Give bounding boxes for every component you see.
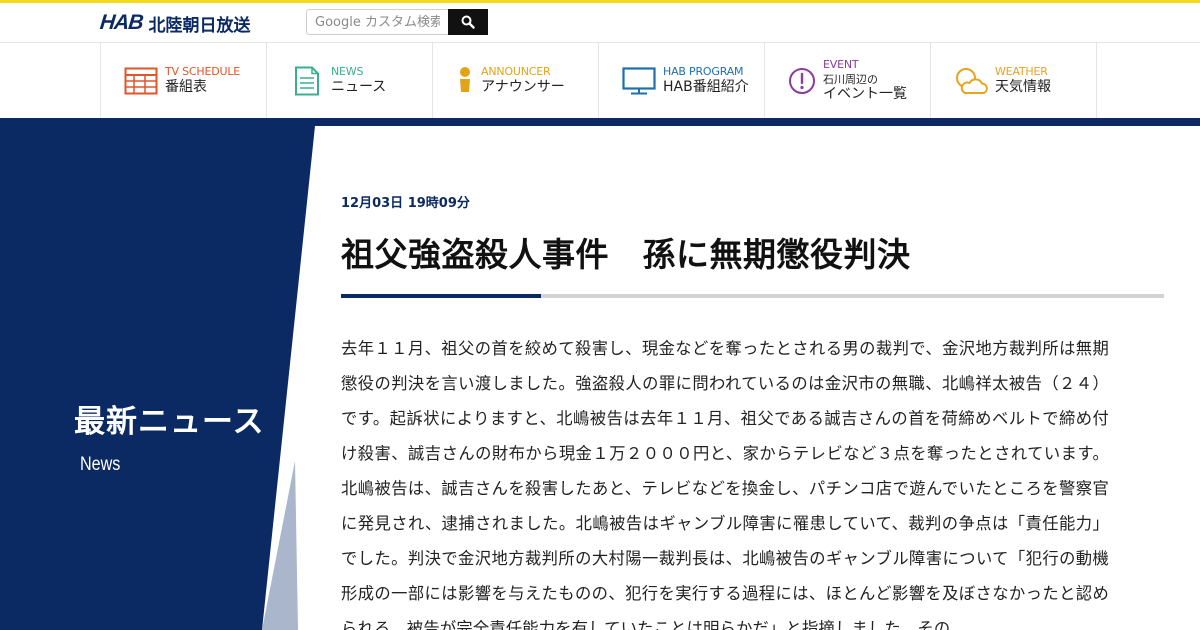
news-icon [289,65,325,97]
nav-item-weather[interactable]: WEATHER 天気情報 [931,43,1097,118]
section-subtitle: News [80,454,121,475]
nav-jp-label-line2: イベント一覧 [823,85,907,102]
nav-en-label: NEWS [331,65,364,78]
nav-item-news[interactable]: NEWS ニュース [267,43,433,118]
nav-en-label: ANNOUNCER [481,65,551,78]
tv-schedule-icon [123,65,159,97]
tv-program-icon [621,65,657,97]
search-input[interactable] [306,9,448,35]
article-title: 祖父強盗殺人事件 孫に無期懲役判決 [341,235,911,274]
nav-jp-label: 天気情報 [995,79,1051,96]
title-divider-accent [341,294,541,298]
event-icon [787,65,817,97]
search-box [306,9,488,35]
search-icon [461,15,475,29]
nav-item-event[interactable]: EVENT 石川周辺の イベント一覧 [765,43,931,118]
nav-jp-label: ニュース [331,79,387,96]
section-side-panel: 最新ニュース News [0,126,320,630]
main-navigation: TV SCHEDULE 番組表 NEWS ニュース ANNOUNCER アナウン… [0,42,1200,118]
logo-station-name: 北陸朝日放送 [148,15,251,36]
site-header: HAB 北陸朝日放送 [0,3,1200,41]
weather-icon [953,65,989,97]
logo-hab-text: HAB [98,11,144,34]
article-body: 去年１１月、祖父の首を絞めて殺害し、現金などを奪ったとされる男の裁判で、金沢地方… [341,339,1109,630]
nav-jp-label: アナウンサー [481,79,565,96]
header-divider-bar [0,118,1200,126]
site-logo[interactable]: HAB 北陸朝日放送 [98,11,251,36]
side-panel-background [0,126,315,630]
section-title: 最新ニュース [74,404,265,440]
nav-jp-label: HAB番組紹介 [663,79,749,96]
announcer-icon [455,65,475,97]
nav-en-label: EVENT [823,58,859,72]
search-button[interactable] [448,9,488,35]
nav-en-label: HAB PROGRAM [663,65,744,78]
nav-en-label: TV SCHEDULE [165,65,241,78]
nav-item-announcer[interactable]: ANNOUNCER アナウンサー [433,43,599,118]
nav-jp-label: 番組表 [165,79,207,96]
nav-jp-label-line1: 石川周辺の [823,72,878,86]
nav-en-label: WEATHER [995,65,1048,78]
article: 12月03日 19時09分 祖父強盗殺人事件 孫に無期懲役判決 去年１１月、祖父… [341,126,1164,630]
nav-item-tv-schedule[interactable]: TV SCHEDULE 番組表 [101,43,267,118]
nav-item-hab-program[interactable]: HAB PROGRAM HAB番組紹介 [599,43,765,118]
article-date: 12月03日 19時09分 [341,196,470,211]
